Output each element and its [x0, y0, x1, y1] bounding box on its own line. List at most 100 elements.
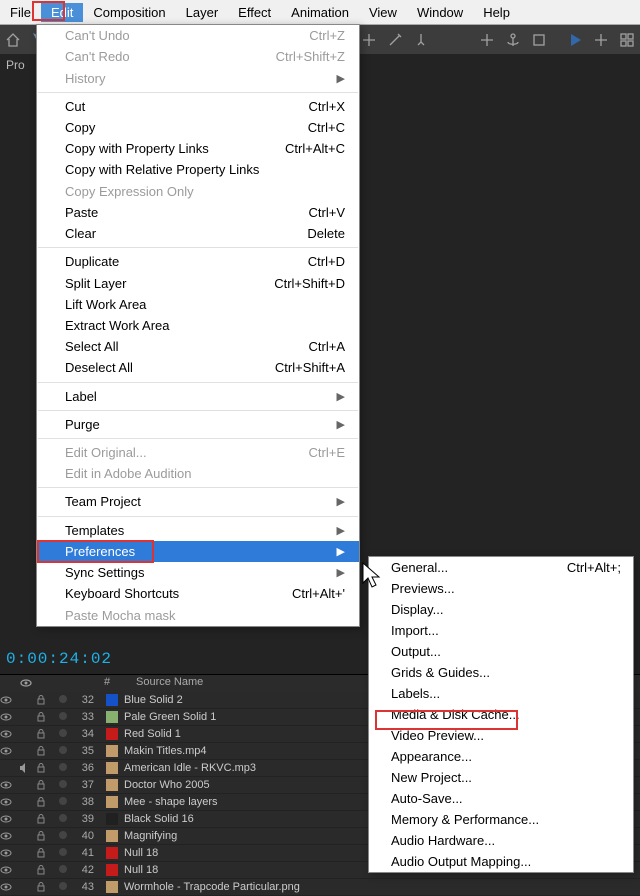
layer-name[interactable]: Red Solid 1: [124, 728, 181, 740]
label-color-swatch[interactable]: [106, 694, 118, 706]
label-color-swatch[interactable]: [106, 762, 118, 774]
menu-effect[interactable]: Effect: [228, 3, 281, 22]
grid-icon[interactable]: [618, 31, 636, 49]
label-color-swatch[interactable]: [106, 779, 118, 791]
menu-item-deselect-all[interactable]: Deselect AllCtrl+Shift+A: [37, 357, 359, 378]
label-color-swatch[interactable]: [106, 830, 118, 842]
pref-item-appearance[interactable]: Appearance...: [369, 746, 633, 767]
layer-name[interactable]: Null 18: [124, 864, 158, 876]
source-name-header[interactable]: Source Name: [136, 676, 203, 688]
layer-name[interactable]: Magnifying: [124, 830, 177, 842]
menu-item-purge[interactable]: Purge▶: [37, 414, 359, 435]
layer-name[interactable]: Black Solid 16: [124, 813, 194, 825]
label-color-swatch[interactable]: [106, 864, 118, 876]
label-color-swatch[interactable]: [106, 796, 118, 808]
lock-icon[interactable]: [36, 882, 54, 892]
layer-name[interactable]: Mee - shape layers: [124, 796, 218, 808]
pref-item-general[interactable]: General...Ctrl+Alt+;: [369, 557, 633, 578]
menu-item-clear[interactable]: ClearDelete: [37, 223, 359, 244]
pin-icon[interactable]: [412, 31, 430, 49]
menu-item-cut[interactable]: CutCtrl+X: [37, 96, 359, 117]
home-icon[interactable]: [4, 31, 22, 49]
eye-icon[interactable]: [0, 881, 18, 893]
eye-icon[interactable]: [0, 813, 18, 825]
label-color-swatch[interactable]: [106, 847, 118, 859]
menu-item-copy-with-property-links[interactable]: Copy with Property LinksCtrl+Alt+C: [37, 138, 359, 159]
speaker-icon[interactable]: [18, 762, 36, 774]
shy-icon[interactable]: [54, 830, 72, 842]
menu-item-lift-work-area[interactable]: Lift Work Area: [37, 294, 359, 315]
layer-name[interactable]: Pale Green Solid 1: [124, 711, 216, 723]
eye-icon[interactable]: [0, 779, 18, 791]
menu-edit[interactable]: Edit: [41, 3, 83, 22]
eye-icon[interactable]: [0, 847, 18, 859]
menu-layer[interactable]: Layer: [176, 3, 229, 22]
layer-name[interactable]: Doctor Who 2005: [124, 779, 210, 791]
pref-item-display[interactable]: Display...: [369, 599, 633, 620]
pref-item-memory-performance[interactable]: Memory & Performance...: [369, 809, 633, 830]
menu-item-duplicate[interactable]: DuplicateCtrl+D: [37, 251, 359, 272]
shy-icon[interactable]: [54, 711, 72, 723]
shy-icon[interactable]: [54, 864, 72, 876]
layer-row[interactable]: 43Wormhole - Trapcode Particular.png: [0, 879, 640, 896]
lock-icon[interactable]: [36, 746, 54, 756]
lock-icon[interactable]: [36, 848, 54, 858]
eye-icon[interactable]: [0, 796, 18, 808]
layer-name[interactable]: Blue Solid 2: [124, 694, 183, 706]
pref-item-new-project[interactable]: New Project...: [369, 767, 633, 788]
shy-icon[interactable]: [54, 762, 72, 774]
anchor-icon[interactable]: [504, 31, 522, 49]
menu-item-preferences[interactable]: Preferences▶: [37, 541, 359, 562]
menu-animation[interactable]: Animation: [281, 3, 359, 22]
lock-icon[interactable]: [36, 712, 54, 722]
snap-icon[interactable]: [360, 31, 378, 49]
eye-icon[interactable]: [0, 728, 18, 740]
eye-icon[interactable]: [0, 711, 18, 723]
pref-item-output[interactable]: Output...: [369, 641, 633, 662]
pref-item-auto-save[interactable]: Auto-Save...: [369, 788, 633, 809]
shy-icon[interactable]: [54, 847, 72, 859]
eye-icon[interactable]: [0, 864, 18, 876]
lock-icon[interactable]: [36, 729, 54, 739]
layer-name[interactable]: Wormhole - Trapcode Particular.png: [124, 881, 300, 893]
timecode[interactable]: 0:00:24:02: [6, 650, 112, 668]
menu-item-team-project[interactable]: Team Project▶: [37, 491, 359, 512]
label-color-swatch[interactable]: [106, 711, 118, 723]
pref-item-media-disk-cache[interactable]: Media & Disk Cache...: [369, 704, 633, 725]
play-icon[interactable]: [566, 31, 584, 49]
eye-icon[interactable]: [0, 745, 18, 757]
shy-icon[interactable]: [54, 813, 72, 825]
menu-item-extract-work-area[interactable]: Extract Work Area: [37, 315, 359, 336]
shy-icon[interactable]: [54, 779, 72, 791]
eye-icon[interactable]: [0, 830, 18, 842]
menu-window[interactable]: Window: [407, 3, 473, 22]
pref-item-audio-hardware[interactable]: Audio Hardware...: [369, 830, 633, 851]
lock-icon[interactable]: [36, 865, 54, 875]
pref-item-previews[interactable]: Previews...: [369, 578, 633, 599]
pref-item-audio-output-mapping[interactable]: Audio Output Mapping...: [369, 851, 633, 872]
pref-item-import[interactable]: Import...: [369, 620, 633, 641]
pref-item-grids-guides[interactable]: Grids & Guides...: [369, 662, 633, 683]
menu-help[interactable]: Help: [473, 3, 520, 22]
shy-icon[interactable]: [54, 881, 72, 893]
magic-wand-icon[interactable]: [386, 31, 404, 49]
menu-item-copy[interactable]: CopyCtrl+C: [37, 117, 359, 138]
menu-item-templates[interactable]: Templates▶: [37, 520, 359, 541]
lock-icon[interactable]: [36, 763, 54, 773]
menu-item-select-all[interactable]: Select AllCtrl+A: [37, 336, 359, 357]
menu-item-split-layer[interactable]: Split LayerCtrl+Shift+D: [37, 272, 359, 293]
shy-icon[interactable]: [54, 694, 72, 706]
shy-icon[interactable]: [54, 745, 72, 757]
lock-icon[interactable]: [36, 797, 54, 807]
lock-icon[interactable]: [36, 695, 54, 705]
pref-item-labels[interactable]: Labels...: [369, 683, 633, 704]
transform-icon[interactable]: [530, 31, 548, 49]
label-color-swatch[interactable]: [106, 881, 118, 893]
menu-file[interactable]: File: [0, 3, 41, 22]
layer-name[interactable]: Makin Titles.mp4: [124, 745, 207, 757]
menu-composition[interactable]: Composition: [83, 3, 175, 22]
menu-item-copy-with-relative-property-links[interactable]: Copy with Relative Property Links: [37, 159, 359, 180]
menu-item-paste[interactable]: PasteCtrl+V: [37, 202, 359, 223]
menu-view[interactable]: View: [359, 3, 407, 22]
eye-icon[interactable]: [0, 694, 18, 706]
